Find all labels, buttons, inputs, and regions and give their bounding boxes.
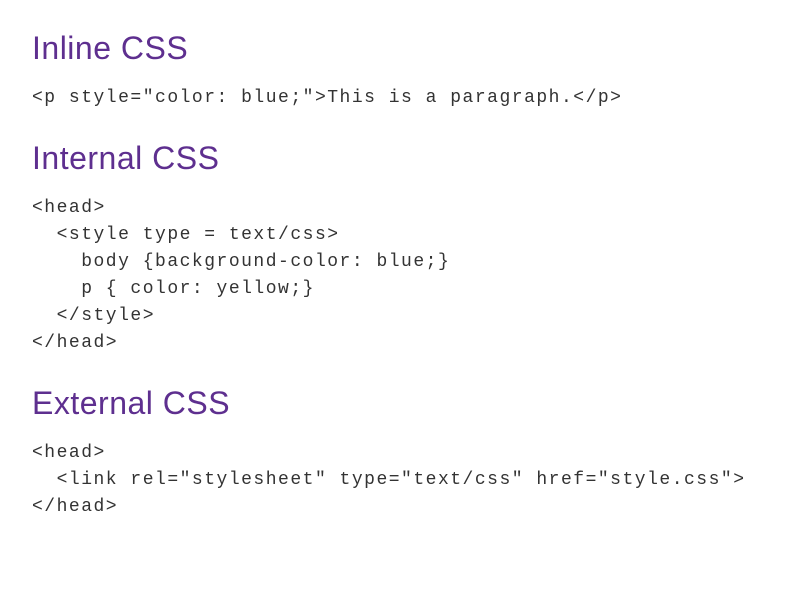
code-external-css: <head> <link rel="stylesheet" type="text… <box>32 440 768 521</box>
code-internal-css: <head> <style type = text/css> body {bac… <box>32 195 768 357</box>
heading-external-css: External CSS <box>32 385 768 422</box>
heading-internal-css: Internal CSS <box>32 140 768 177</box>
code-inline-css: <p style="color: blue;">This is a paragr… <box>32 85 768 112</box>
heading-inline-css: Inline CSS <box>32 30 768 67</box>
